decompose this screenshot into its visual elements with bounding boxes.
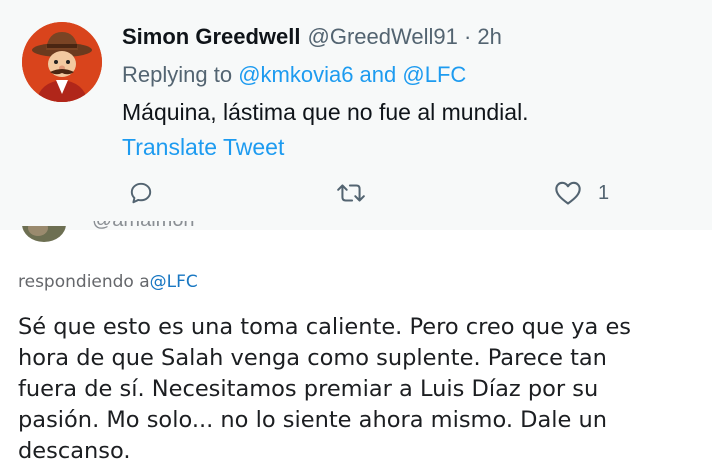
reply-text-line: pasión. Mo solo... no lo siente ahora mi…	[18, 407, 608, 433]
heart-icon	[555, 181, 581, 205]
retweet-icon	[337, 184, 365, 202]
reply-icon	[130, 182, 152, 204]
reply-text-line: hora de que Salah venga como suplente. P…	[18, 345, 607, 371]
avatar[interactable]	[22, 22, 102, 102]
reply-context-mention[interactable]: @LFC	[150, 272, 198, 292]
retweet-button[interactable]	[336, 180, 366, 206]
reply-text-line: fuera de sí. Necesitamos premiar a Luis …	[18, 376, 599, 402]
handle-and-timestamp[interactable]: @GreedWell91 · 2h	[308, 24, 502, 50]
like-count: 1	[598, 181, 610, 204]
reply-text-line: descanso.	[18, 438, 131, 464]
translate-tweet-link[interactable]: Translate Tweet	[122, 134, 284, 161]
replying-prefix: Replying to	[122, 62, 239, 87]
avatar-fragment	[22, 226, 66, 242]
reply-text-line: Sé que esto es una toma caliente. Pero c…	[18, 314, 632, 340]
reply-handle-fragment: @amalmoh	[92, 221, 212, 241]
reply-button[interactable]	[128, 180, 154, 206]
display-name[interactable]: Simon Greedwell	[122, 24, 301, 50]
avatar-illustration	[22, 22, 102, 102]
avatar[interactable]	[20, 226, 68, 248]
reply-context-prefix: respondiendo a	[18, 272, 150, 292]
tweet-header: Simon Greedwell @GreedWell91 · 2h	[122, 24, 502, 54]
tweet-text: Máquina, lástima que no fue al mundial.	[122, 99, 529, 125]
like-button[interactable]: 1	[554, 180, 609, 206]
replying-mentions[interactable]: @kmkovia6 and @LFC	[238, 62, 466, 87]
reply-text: Sé que esto es una toma caliente. Pero c…	[18, 312, 698, 467]
replying-to: Replying to @kmkovia6 and @LFC	[122, 62, 466, 88]
reply-handle: @amalmoh	[92, 221, 195, 231]
tweet-card[interactable]: Simon Greedwell @GreedWell91 · 2h Replyi…	[0, 0, 712, 230]
reply-context: respondiendo a@LFC	[18, 272, 198, 292]
